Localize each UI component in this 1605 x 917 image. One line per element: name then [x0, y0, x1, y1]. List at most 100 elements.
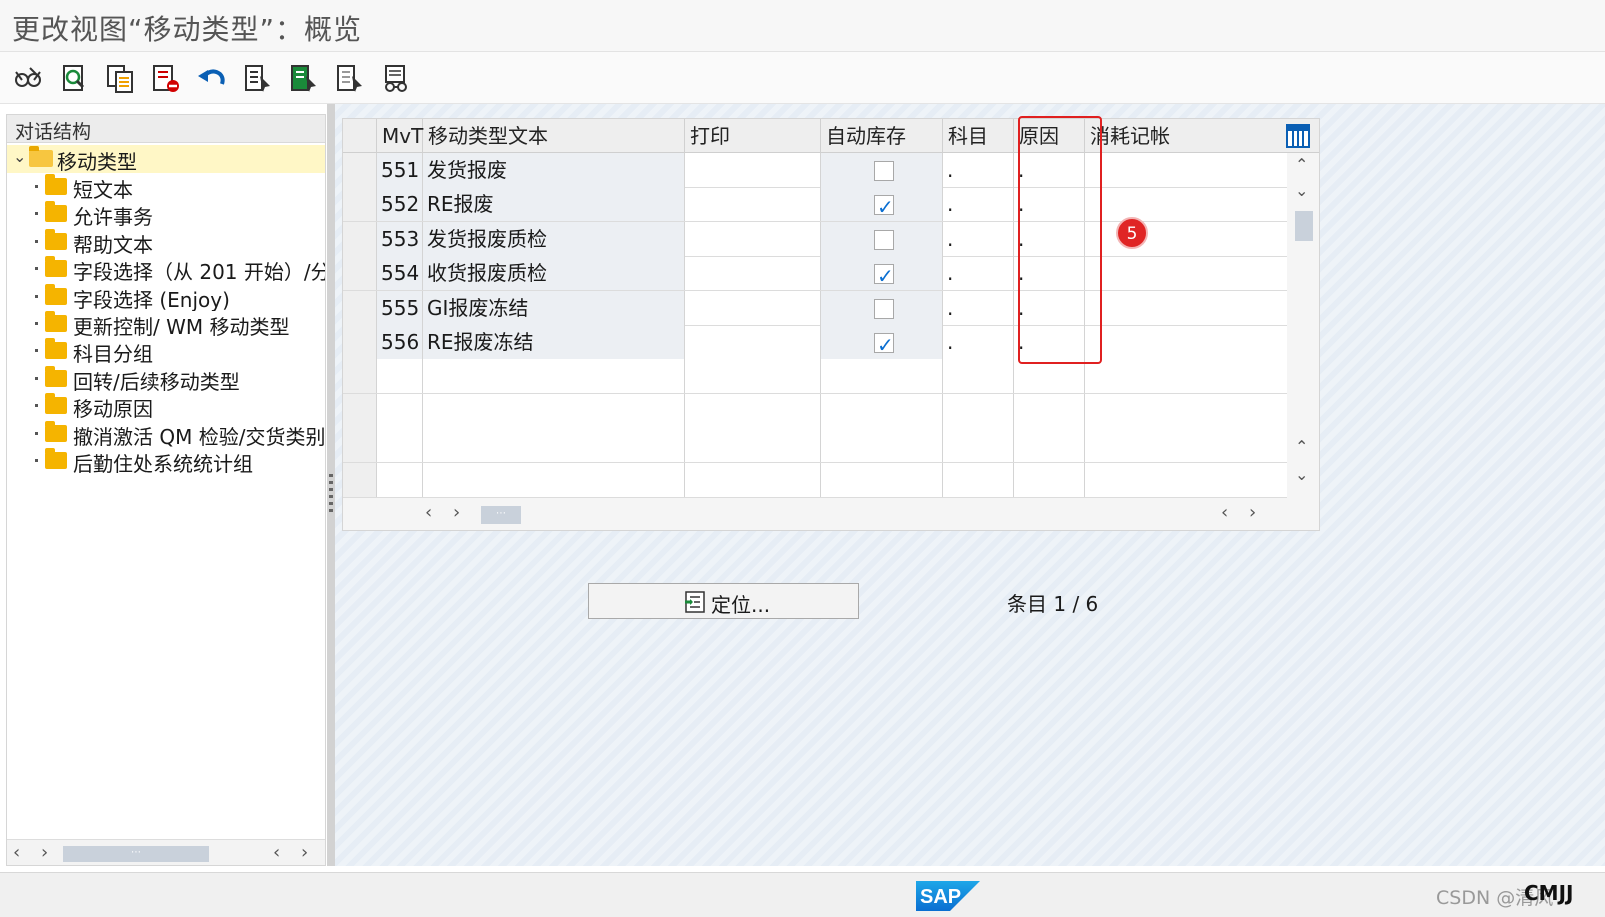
tree-item[interactable]: 科目分组: [7, 337, 325, 365]
scroll-left-icon[interactable]: ‹: [1221, 502, 1228, 523]
column-header-consumption[interactable]: 消耗记帐: [1085, 119, 1285, 153]
position-button[interactable]: 定位...: [588, 583, 859, 619]
cell-text[interactable]: RE报废: [423, 187, 685, 222]
panel-splitter[interactable]: [327, 104, 335, 866]
auto-stock-checkbox[interactable]: [874, 328, 894, 359]
table-horizontal-scrollbar[interactable]: ‹ › ⋯ ‹ ›: [343, 498, 1319, 530]
empty-cell: [685, 428, 821, 463]
cell-text[interactable]: 发货报废质检: [423, 221, 685, 256]
scroll-right-icon[interactable]: ›: [1249, 502, 1256, 523]
undo-icon[interactable]: [194, 60, 230, 96]
row-selector-header[interactable]: [343, 119, 377, 153]
scroll-down-icon[interactable]: ⌄: [1295, 465, 1308, 484]
cell-account[interactable]: .: [943, 256, 1014, 291]
tree-item[interactable]: 撤消激活 QM 检验/交货类别: [7, 420, 325, 448]
delete-icon[interactable]: [148, 60, 184, 96]
tree-item[interactable]: 字段选择 (Enjoy): [7, 283, 325, 311]
cell-account[interactable]: .: [943, 153, 1014, 187]
copy-as-icon[interactable]: [102, 60, 138, 96]
tree-item-label: 短文本: [73, 178, 133, 201]
cell-consumption[interactable]: [1085, 325, 1287, 359]
cell-print[interactable]: [685, 187, 821, 222]
auto-stock-checkbox[interactable]: [874, 259, 894, 290]
auto-stock-checkbox[interactable]: [874, 298, 894, 319]
empty-cell[interactable]: [343, 393, 377, 428]
reason-column-highlight: [1018, 116, 1102, 364]
scroll-thumb[interactable]: ⋯: [63, 846, 209, 862]
cell-consumption[interactable]: [1085, 291, 1287, 325]
display-change-toggle-icon[interactable]: [10, 60, 46, 96]
tree-item[interactable]: 回转/后续移动类型: [7, 365, 325, 393]
tree-root-movement-types[interactable]: ⌄ 移动类型: [7, 145, 325, 174]
cell-consumption[interactable]: [1085, 256, 1287, 290]
scroll-right-icon[interactable]: ›: [301, 842, 308, 863]
scroll-right-icon[interactable]: ›: [41, 842, 48, 863]
column-header-mvt[interactable]: MvT: [377, 119, 423, 153]
empty-cell[interactable]: [343, 462, 377, 497]
chevron-down-icon[interactable]: ⌄: [13, 147, 26, 166]
folder-icon: [45, 393, 67, 415]
cell-print[interactable]: [685, 290, 821, 325]
cell-text[interactable]: RE报废冻结: [423, 325, 685, 359]
column-header-auto-stock[interactable]: 自动库存: [821, 119, 943, 153]
select-all-icon[interactable]: [240, 60, 276, 96]
auto-stock-checkbox[interactable]: [874, 229, 894, 250]
tree-item[interactable]: 后勤住处系统统计组: [7, 447, 325, 475]
empty-cell[interactable]: [343, 359, 377, 394]
row-selector[interactable]: [343, 153, 377, 187]
tree-item[interactable]: 允许事务: [7, 200, 325, 228]
scroll-left-icon[interactable]: ‹: [13, 842, 20, 863]
cell-auto-stock: [821, 221, 943, 256]
column-header-account[interactable]: 科目: [943, 119, 1014, 153]
cell-consumption[interactable]: [1085, 153, 1287, 187]
details-icon[interactable]: [56, 60, 92, 96]
row-selector[interactable]: [343, 290, 377, 325]
tree-item[interactable]: 移动原因: [7, 392, 325, 420]
cell-print[interactable]: [685, 325, 821, 359]
cell-consumption[interactable]: [1085, 222, 1287, 256]
tree-item-label: 撤消激活 QM 检验/交货类别: [73, 424, 325, 448]
cell-account[interactable]: .: [943, 187, 1014, 222]
row-selector[interactable]: [343, 325, 377, 359]
scroll-right-icon[interactable]: ›: [453, 502, 460, 523]
auto-stock-checkbox[interactable]: [874, 161, 894, 181]
tree-root-label: 移动类型: [57, 150, 137, 174]
cell-print[interactable]: [685, 256, 821, 291]
select-block-icon[interactable]: [286, 60, 322, 96]
tree-item[interactable]: 字段选择（从 201 开始）/分: [7, 255, 325, 283]
cell-text[interactable]: 发货报废: [423, 153, 685, 187]
cell-account[interactable]: .: [943, 221, 1014, 256]
cell-text[interactable]: 收货报废质检: [423, 256, 685, 291]
scroll-up-icon[interactable]: ⌃: [1295, 437, 1308, 456]
scroll-left-icon[interactable]: ‹: [273, 842, 280, 863]
scroll-left-icon[interactable]: ‹: [425, 502, 432, 523]
tree-item-label: 移动原因: [73, 397, 153, 421]
column-header-print[interactable]: 打印: [685, 119, 821, 153]
tree-item[interactable]: 帮助文本: [7, 228, 325, 256]
cell-print[interactable]: [685, 221, 821, 256]
scroll-thumb[interactable]: [1295, 211, 1313, 241]
deselect-all-icon[interactable]: [332, 60, 368, 96]
auto-stock-checkbox[interactable]: [874, 190, 894, 221]
cell-print[interactable]: [685, 153, 821, 187]
empty-cell: [821, 428, 943, 463]
row-selector[interactable]: [343, 221, 377, 256]
scroll-down-icon[interactable]: ⌄: [1295, 181, 1308, 200]
tree-horizontal-scrollbar[interactable]: ‹ › ⋯ ‹ ›: [7, 839, 325, 865]
row-selector[interactable]: [343, 187, 377, 222]
table-vertical-scrollbar[interactable]: ⌃ ⌄ ⌃ ⌄: [1287, 153, 1319, 498]
tree-item[interactable]: 短文本: [7, 173, 325, 201]
cell-consumption[interactable]: [1085, 187, 1287, 221]
annotation-marker: 5: [1116, 217, 1148, 249]
scroll-up-icon[interactable]: ⌃: [1295, 155, 1308, 174]
cell-account[interactable]: .: [943, 325, 1014, 359]
empty-cell[interactable]: [343, 428, 377, 463]
table-settings-icon[interactable]: [1285, 123, 1311, 149]
cell-text[interactable]: GI报废冻结: [423, 290, 685, 325]
tree-item[interactable]: 更新控制/ WM 移动类型: [7, 310, 325, 338]
scroll-thumb[interactable]: ⋯: [481, 506, 521, 524]
glasses-icon[interactable]: [378, 60, 414, 96]
cell-account[interactable]: .: [943, 290, 1014, 325]
column-header-text[interactable]: 移动类型文本: [423, 119, 685, 153]
row-selector[interactable]: [343, 256, 377, 291]
